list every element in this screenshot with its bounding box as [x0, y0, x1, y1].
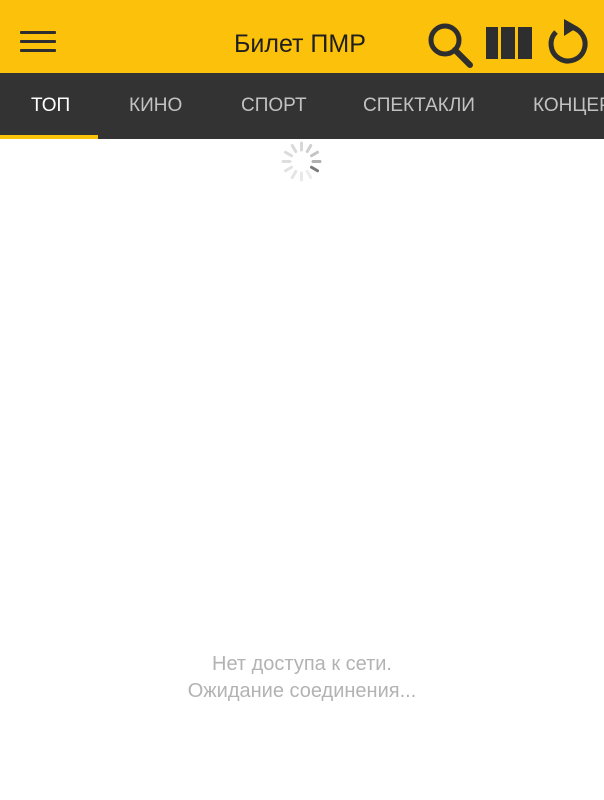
- active-tab-indicator: [0, 135, 98, 139]
- menu-line: [20, 49, 56, 52]
- spinner-graphic: [281, 141, 322, 182]
- waiting-connection-message: Ожидание соединения...: [187, 680, 417, 702]
- tab-sport[interactable]: СПОРТ: [241, 73, 307, 139]
- menu-line: [20, 31, 56, 34]
- loading-spinner-icon: [280, 140, 323, 183]
- view-columns-icon: [486, 27, 532, 59]
- tab-bar: ТОП КИНО СПОРТ СПЕКТАКЛИ КОНЦЕР: [0, 73, 604, 139]
- app-title: Билет ПМР: [234, 30, 366, 58]
- menu-line: [20, 40, 56, 43]
- tab-kino[interactable]: КИНО: [129, 73, 182, 139]
- hamburger-menu-icon[interactable]: [20, 29, 56, 55]
- view-columns-button[interactable]: [486, 24, 532, 62]
- refresh-button[interactable]: [544, 18, 592, 68]
- search-icon: [428, 23, 473, 68]
- tab-koncerty[interactable]: КОНЦЕР: [533, 73, 604, 139]
- tab-spektakli[interactable]: СПЕКТАКЛИ: [363, 73, 475, 139]
- no-network-message: Нет доступа к сети.: [212, 653, 392, 675]
- tab-top[interactable]: ТОП: [31, 73, 70, 139]
- app-bar: Билет ПМР: [0, 0, 604, 73]
- search-button[interactable]: [425, 20, 475, 70]
- refresh-icon: [548, 19, 588, 64]
